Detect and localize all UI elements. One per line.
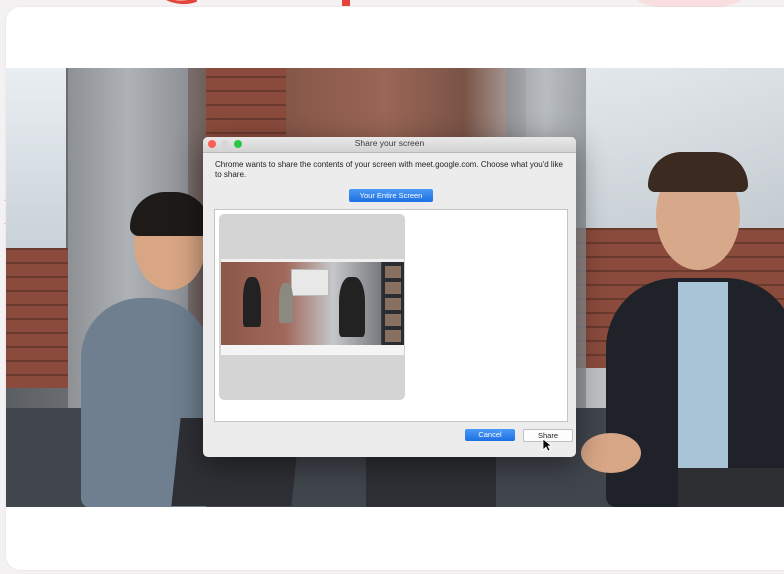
thumbnail-tile	[385, 266, 401, 278]
thumbnail-person	[279, 283, 293, 323]
screen-thumbnail-option[interactable]	[219, 214, 405, 400]
thumbnail-bottombar	[221, 345, 404, 355]
thumbnail-tile	[385, 298, 401, 310]
mouse-pointer-icon	[542, 438, 552, 452]
cancel-button[interactable]: Cancel	[465, 429, 515, 441]
thumbnail-tile	[385, 314, 401, 326]
screen-picker-panel	[214, 209, 568, 422]
dialog-title: Share your screen	[354, 138, 425, 148]
thumbnail-person	[243, 277, 261, 327]
decorative-mark	[342, 0, 350, 6]
dialog-message: Chrome wants to share the contents of yo…	[215, 160, 563, 179]
dialog-titlebar[interactable]: Share your screen	[203, 137, 576, 153]
thumbnail-tile	[385, 282, 401, 294]
scene-window	[6, 68, 66, 248]
scene-person-right-shirt	[678, 282, 728, 482]
share-screen-dialog: Share your screen Chrome wants to share …	[203, 137, 576, 457]
scene-person-right-hair	[648, 152, 748, 192]
scene-hand	[581, 433, 641, 473]
tab-entire-screen[interactable]: Your Entire Screen	[349, 189, 433, 202]
thumbnail-sidebar	[382, 262, 404, 345]
scene-brick-wall	[6, 248, 76, 388]
screen-thumbnail-image	[221, 259, 404, 355]
thumbnail-person	[339, 277, 365, 337]
video-frame: Share your screen Chrome wants to share …	[6, 68, 784, 507]
scene-notebook	[678, 468, 784, 507]
video-card: Share your screen Chrome wants to share …	[6, 7, 784, 570]
thumbnail-dialog	[291, 269, 329, 296]
thumbnail-tile	[385, 330, 401, 342]
